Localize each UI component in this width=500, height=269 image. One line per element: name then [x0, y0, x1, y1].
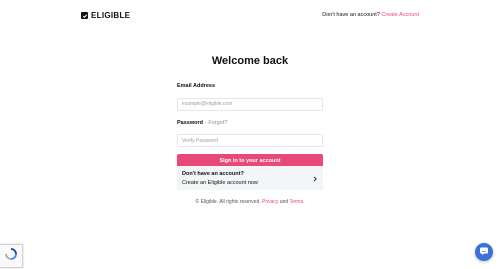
- signup-card-subtitle: Create an Eligible account now: [182, 179, 258, 186]
- forgot-password-link[interactable]: - Forgot?: [205, 120, 227, 126]
- header-signup-prompt: Don't have an account? Create Account: [322, 12, 419, 18]
- terms-link[interactable]: Terms: [289, 199, 303, 205]
- email-field[interactable]: [177, 97, 323, 111]
- signup-card-title: Don't have an account?: [182, 170, 244, 177]
- and-text: and: [279, 199, 289, 205]
- recaptcha-badge[interactable]: [0, 244, 23, 268]
- logo-text: ELIGIBLE: [91, 11, 131, 20]
- no-account-text: Don't have an account?: [322, 12, 380, 18]
- chat-launcher-button[interactable]: [475, 243, 493, 261]
- check-box-icon: [81, 12, 88, 19]
- chat-icon: [479, 243, 489, 261]
- recaptcha-icon: [4, 247, 18, 266]
- privacy-link[interactable]: Privacy: [262, 199, 278, 205]
- signup-card[interactable]: Don't have an account? Create an Eligibl…: [177, 166, 323, 190]
- chevron-right-icon: [312, 169, 318, 187]
- signup-card-text: Don't have an account? Create an Eligibl…: [182, 171, 258, 186]
- copyright-text: © Eligible. All rights reserved.: [195, 199, 261, 205]
- create-account-link[interactable]: Create Account: [381, 12, 419, 18]
- email-label-text: Email Address: [177, 83, 216, 89]
- brand-logo[interactable]: ELIGIBLE: [81, 11, 130, 20]
- email-label: Email Address: [177, 83, 323, 89]
- page-title: Welcome back: [211, 55, 289, 67]
- login-form: Email Address Password - Forgot? Sign in…: [177, 83, 323, 167]
- password-label-text: Password: [177, 119, 203, 126]
- footer: © Eligible. All rights reserved. Privacy…: [0, 199, 500, 205]
- footer-period: .: [303, 199, 305, 205]
- password-field[interactable]: [177, 134, 323, 147]
- password-label: Password - Forgot?: [177, 120, 323, 126]
